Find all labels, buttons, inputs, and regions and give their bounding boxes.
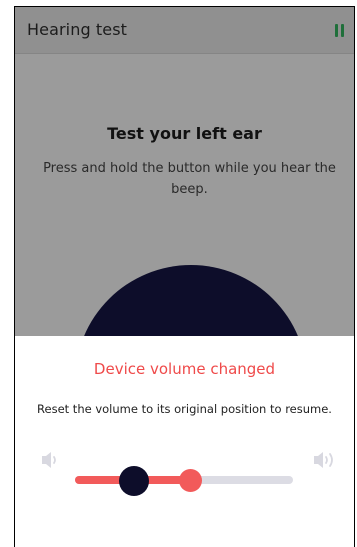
sheet-message: Reset the volume to its original positio… — [37, 402, 332, 416]
device-frame: Hearing test Test your left ear Press an… — [14, 6, 355, 547]
app-title: Hearing test — [27, 20, 128, 39]
volume-high-icon — [314, 452, 333, 468]
volume-low-icon — [42, 452, 56, 468]
test-instructions: Press and hold the button while you hear… — [43, 161, 336, 197]
volume-slider-thumb[interactable] — [179, 469, 203, 492]
sheet-title: Device volume changed — [93, 360, 276, 378]
volume-changed-sheet: Device volume changed Reset the volume t… — [15, 336, 354, 547]
app-header: Hearing test — [15, 7, 354, 54]
hearing-test-screen: Hearing test Test your left ear Press an… — [15, 7, 354, 497]
pause-icon[interactable] — [334, 24, 345, 37]
test-heading: Test your left ear — [107, 124, 262, 143]
original-volume-marker — [118, 466, 149, 496]
